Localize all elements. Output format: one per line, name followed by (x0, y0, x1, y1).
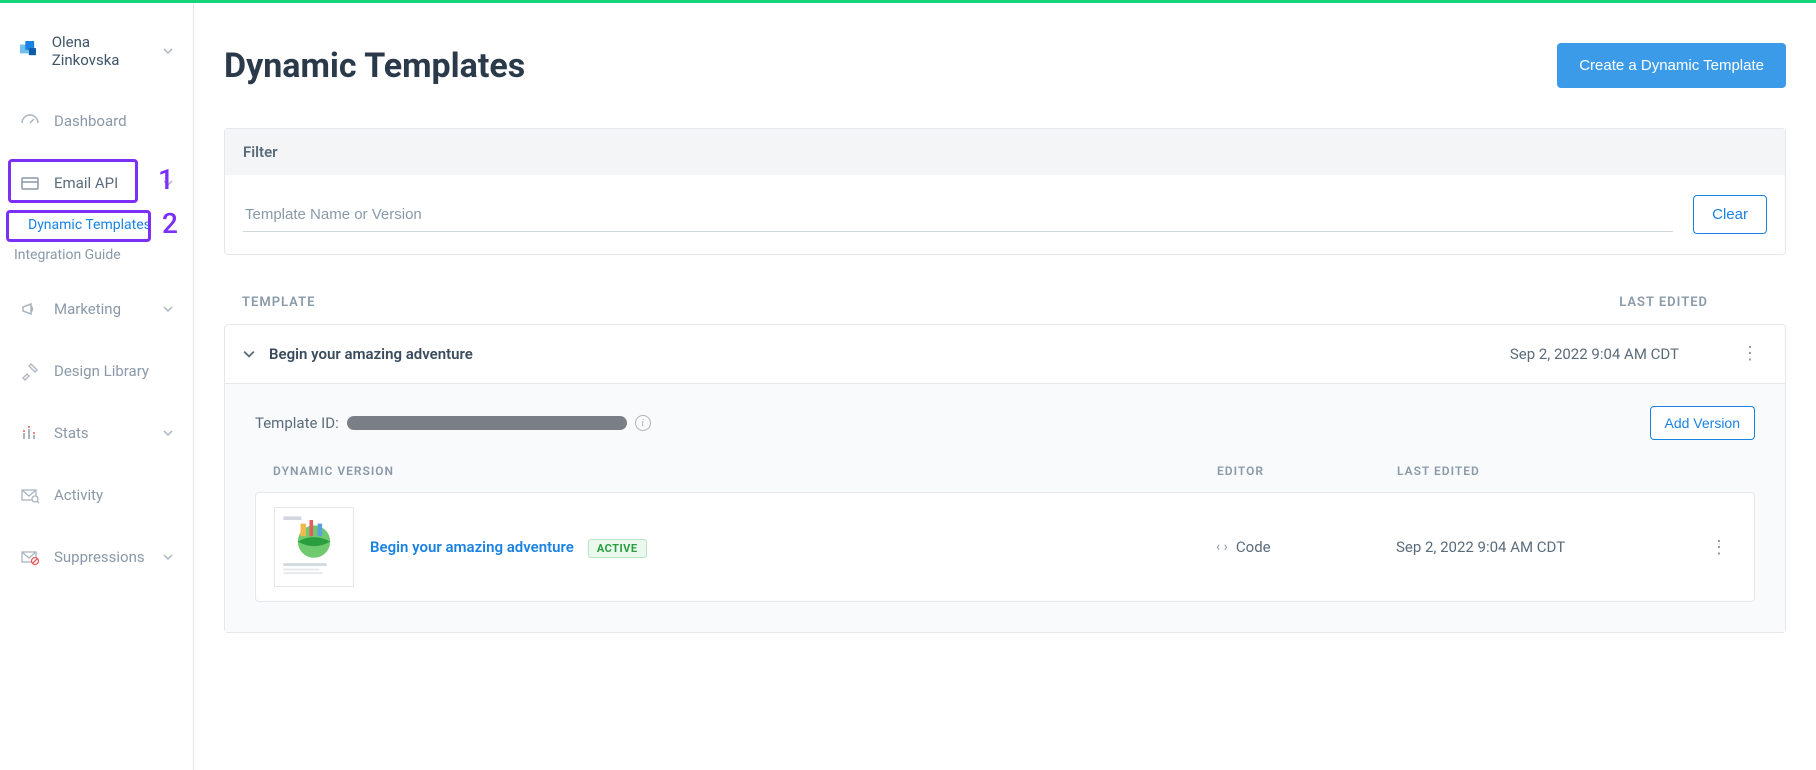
sidebar-item-marketing[interactable]: Marketing (0, 287, 193, 331)
template-card: Begin your amazing adventure Sep 2, 2022… (224, 324, 1786, 633)
template-row[interactable]: Begin your amazing adventure Sep 2, 2022… (225, 325, 1785, 383)
chevron-down-icon (163, 46, 173, 56)
sidebar: Olena Zinkovska Dashboard Email API (0, 3, 194, 770)
template-id-redacted (347, 416, 627, 430)
sidebar-item-label: Activity (54, 486, 103, 504)
logo-icon (20, 41, 38, 61)
column-template: TEMPLATE (242, 295, 315, 310)
column-dynamic-version: DYNAMIC VERSION (273, 464, 1217, 478)
pencil-ruler-icon (20, 361, 40, 381)
envelope-blocked-icon (20, 547, 40, 567)
sidebar-item-label: Marketing (54, 300, 121, 318)
envelope-search-icon (20, 485, 40, 505)
template-last-edited: Sep 2, 2022 9:04 AM CDT (1510, 345, 1679, 363)
annotation-box-1 (8, 159, 138, 203)
sidebar-item-design-library[interactable]: Design Library (0, 349, 193, 393)
column-last-edited: LAST EDITED (1397, 464, 1677, 478)
version-thumbnail (274, 507, 354, 587)
version-last-edited: Sep 2, 2022 9:04 AM CDT (1396, 538, 1676, 556)
filter-panel: Filter Clear (224, 128, 1786, 255)
active-badge: ACTIVE (588, 539, 647, 558)
add-version-button[interactable]: Add Version (1650, 406, 1756, 440)
chevron-down-icon (163, 304, 173, 314)
bar-chart-icon (20, 423, 40, 443)
version-row[interactable]: Begin your amazing adventure ACTIVE ‹ › … (255, 492, 1755, 602)
clear-button[interactable]: Clear (1693, 195, 1767, 234)
create-template-button[interactable]: Create a Dynamic Template (1557, 43, 1786, 88)
main-content: Dynamic Templates Create a Dynamic Templ… (194, 3, 1816, 770)
filter-heading: Filter (225, 129, 1785, 175)
annotation-number-1: 1 (158, 163, 174, 196)
chevron-down-icon (163, 552, 173, 562)
filter-input[interactable] (243, 198, 1673, 232)
template-id-label: Template ID: (255, 414, 339, 432)
gauge-icon (20, 111, 40, 131)
annotation-box-2 (6, 210, 151, 242)
annotation-number-2: 2 (162, 207, 178, 240)
template-details: Template ID: i Add Version DYNAMIC VERSI… (225, 383, 1785, 632)
info-icon[interactable]: i (635, 415, 651, 431)
code-icon: ‹ › (1216, 539, 1228, 555)
chevron-down-icon (243, 348, 255, 360)
kebab-menu-icon[interactable]: ⋮ (1733, 341, 1767, 367)
sidebar-item-label: Stats (54, 424, 89, 442)
template-name: Begin your amazing adventure (269, 345, 473, 363)
user-menu[interactable]: Olena Zinkovska (0, 23, 193, 99)
column-editor: EDITOR (1217, 464, 1397, 478)
sidebar-item-dashboard[interactable]: Dashboard (0, 99, 193, 143)
sidebar-subitem-integration-guide[interactable]: Integration Guide (14, 241, 193, 269)
version-name: Begin your amazing adventure (370, 538, 574, 556)
chevron-down-icon (163, 428, 173, 438)
sidebar-item-suppressions[interactable]: Suppressions (0, 535, 193, 579)
megaphone-icon (20, 299, 40, 319)
kebab-menu-icon[interactable]: ⋮ (1702, 533, 1736, 562)
version-editor: Code (1236, 538, 1271, 556)
user-name: Olena Zinkovska (52, 33, 149, 69)
sidebar-item-label: Design Library (54, 362, 149, 380)
column-last-edited: LAST EDITED (1619, 295, 1708, 310)
sidebar-item-label: Dashboard (54, 112, 127, 130)
sidebar-item-label: Suppressions (54, 548, 145, 566)
page-title: Dynamic Templates (224, 46, 525, 86)
sidebar-item-activity[interactable]: Activity (0, 473, 193, 517)
sidebar-item-stats[interactable]: Stats (0, 411, 193, 455)
sidebar-item-label: Integration Guide (14, 247, 121, 263)
